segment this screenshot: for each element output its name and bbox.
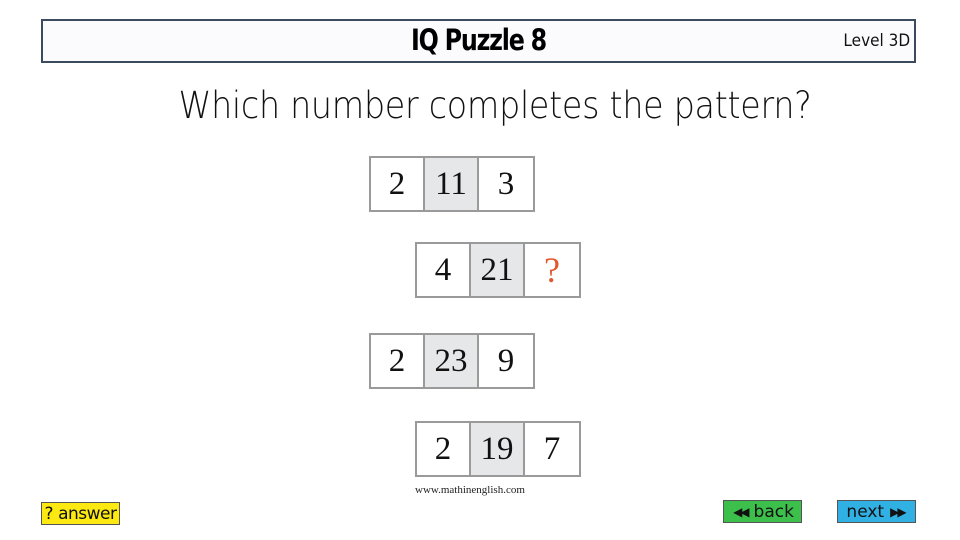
cell-left: 4 bbox=[417, 244, 471, 296]
answer-button[interactable]: ? answer bbox=[41, 502, 120, 525]
rewind-icon: ◀◀ bbox=[733, 504, 750, 519]
cell-middle: 19 bbox=[471, 423, 525, 475]
cell-left: 2 bbox=[371, 158, 425, 210]
next-label: next bbox=[846, 501, 885, 522]
cell-right: 7 bbox=[543, 430, 561, 467]
cell-right: 9 bbox=[497, 342, 515, 379]
question-mark-icon: ? bbox=[44, 503, 54, 524]
back-label: back bbox=[753, 501, 794, 522]
watermark: www.mathinenglish.com bbox=[415, 484, 525, 496]
answer-label: answer bbox=[58, 503, 117, 524]
page-title: IQ Puzzle 8 bbox=[411, 23, 547, 57]
level-label: Level 3D bbox=[843, 31, 910, 51]
cell-middle: 11 bbox=[425, 158, 479, 210]
puzzle-row-1: 2 11 3 bbox=[369, 156, 535, 212]
title-bar: IQ Puzzle 8 Level 3D bbox=[41, 19, 916, 63]
unknown-cell: ? bbox=[544, 250, 560, 290]
back-button[interactable]: ◀◀ back bbox=[723, 500, 802, 523]
next-button[interactable]: next ▶▶ bbox=[837, 500, 916, 523]
question-text: Which number completes the pattern? bbox=[178, 84, 812, 127]
cell-left: 2 bbox=[417, 423, 471, 475]
puzzle-row-3: 2 23 9 bbox=[369, 333, 535, 389]
fast-forward-icon: ▶▶ bbox=[890, 504, 907, 519]
puzzle-row-2: 4 21 ? bbox=[415, 242, 581, 298]
puzzle-row-4: 2 19 7 bbox=[415, 421, 581, 477]
cell-middle: 23 bbox=[425, 335, 479, 387]
cell-right: 3 bbox=[497, 165, 515, 202]
cell-left: 2 bbox=[371, 335, 425, 387]
cell-middle: 21 bbox=[471, 244, 525, 296]
